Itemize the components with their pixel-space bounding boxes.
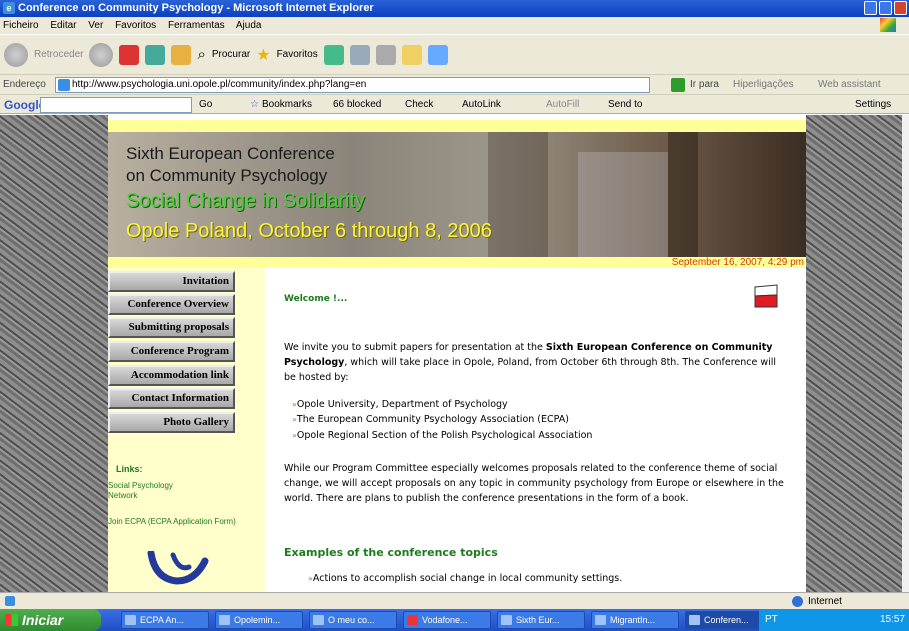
home-icon[interactable] (171, 44, 192, 65)
taskbar-item[interactable]: O meu co... (309, 611, 397, 629)
forward-arrow-icon[interactable] (89, 42, 114, 67)
right-background (806, 115, 902, 592)
nav-accommodation-link[interactable]: Accommodation link (108, 365, 235, 386)
nav-contact-information[interactable]: Contact Information (108, 388, 235, 409)
clock: 15:57 (879, 614, 905, 625)
link-social-psychology-network[interactable]: Social Psychology Network (108, 481, 203, 501)
language-indicator[interactable]: PT (765, 614, 778, 625)
link-join-ecpa[interactable]: Join ECPA (ECPA Application Form) (108, 517, 248, 527)
mail-icon[interactable] (349, 44, 370, 65)
topics-paragraph: While our Program Committee especially w… (284, 463, 784, 504)
taskbar-item[interactable]: Sixth Eur... (497, 611, 585, 629)
internet-globe-icon (792, 596, 803, 607)
refresh-icon[interactable] (145, 44, 166, 65)
ie-icon: e (3, 2, 15, 14)
host-item: »The European Community Psychology Assoc… (292, 414, 569, 425)
menu-ajuda[interactable]: Ajuda (236, 20, 262, 31)
topic-item: »Actions to accomplish social change in … (308, 573, 623, 584)
banner: Sixth European Conference on Community P… (108, 132, 806, 257)
vertical-scrollbar[interactable] (902, 115, 909, 592)
links-toolbar[interactable]: Hiperligações (733, 75, 794, 95)
send-to-button[interactable]: Send to (608, 95, 642, 115)
search-button[interactable]: Procurar (212, 49, 250, 60)
menu-favoritos[interactable]: Favoritos (115, 20, 156, 31)
messenger-icon[interactable] (427, 44, 448, 65)
close-button[interactable] (894, 1, 907, 15)
left-column: Invitation Conference Overview Submittin… (108, 268, 265, 592)
taskbar-item[interactable]: ECPA An... (121, 611, 209, 629)
windows-logo-icon (5, 614, 18, 626)
menu-ficheiro[interactable]: Ficheiro (3, 20, 39, 31)
windows-flag-icon (880, 18, 896, 32)
popup-blocked-button[interactable]: 66 blocked (333, 95, 381, 115)
banner-line-2: on Community Psychology (126, 166, 328, 185)
history-icon[interactable] (323, 44, 344, 65)
back-button[interactable]: Retroceder (34, 49, 83, 60)
print-icon[interactable] (375, 44, 396, 65)
menu-bar: Ficheiro Editar Ver Favoritos Ferramenta… (0, 17, 909, 34)
page-status-icon (5, 596, 15, 606)
web-assistant[interactable]: Web assistant (818, 75, 881, 95)
settings-button[interactable]: Settings (855, 95, 891, 115)
stop-icon[interactable] (119, 44, 140, 65)
top-strip (108, 120, 806, 132)
welcome-heading: Welcome !... (284, 294, 348, 304)
address-label: Endereço (3, 79, 46, 90)
bookmarks-button[interactable]: Bookmarks (262, 95, 312, 115)
taskbar-item[interactable]: Vodafone... (403, 611, 491, 629)
google-toolbar: Google Go ☆ Bookmarks 66 blocked Check A… (0, 94, 909, 114)
nav-conference-overview[interactable]: Conference Overview (108, 294, 235, 315)
taskbar: Iniciar ECPA An... Opolemin... O meu co.… (0, 609, 909, 631)
host-item: »Opole University, Department of Psychol… (292, 399, 508, 410)
favorites-button[interactable]: Favoritos (277, 49, 318, 60)
autolink-button[interactable]: AutoLink (462, 95, 501, 115)
examples-heading: Examples of the conference topics (284, 546, 498, 559)
folder-icon[interactable] (401, 44, 422, 65)
autofill-button[interactable]: AutoFill (546, 95, 579, 115)
window-title: Conference on Community Psychology - Mic… (18, 2, 374, 14)
minimize-button[interactable] (864, 1, 877, 15)
spellcheck-button[interactable]: Check (405, 95, 433, 115)
left-background (0, 115, 108, 592)
banner-line-1: Sixth European Conference (126, 144, 335, 163)
favorites-star-icon[interactable]: ★ (256, 45, 270, 65)
host-item: »Opole Regional Section of the Polish Ps… (292, 430, 593, 441)
polish-flag-icon[interactable] (752, 283, 780, 309)
intro-paragraph: We invite you to submit papers for prese… (284, 342, 777, 383)
back-arrow-icon[interactable] (4, 42, 28, 67)
address-input[interactable]: http://www.psychologia.uni.opole.pl/comm… (55, 77, 650, 93)
bookmarks-star-icon: ☆ (250, 99, 259, 110)
menu-ver[interactable]: Ver (88, 20, 103, 31)
current-date: September 16, 2007, 4:29 pm (108, 257, 806, 268)
menu-editar[interactable]: Editar (50, 20, 76, 31)
taskbar-item[interactable]: MigrantIn... (591, 611, 679, 629)
banner-dates: Opole Poland, October 6 through 8, 2006 (126, 220, 492, 242)
window-title-bar: e Conference on Community Psychology - M… (0, 0, 909, 17)
go-arrow-icon[interactable] (671, 78, 685, 92)
nav-submitting-proposals[interactable]: Submitting proposals (108, 317, 235, 338)
taskbar-item[interactable]: Opolemin... (215, 611, 303, 629)
maximize-button[interactable] (879, 1, 892, 15)
system-tray: PT 15:57 (759, 609, 909, 631)
web-page: Sixth European Conference on Community P… (108, 115, 806, 592)
page-icon (58, 79, 70, 91)
go-button[interactable]: Ir para (690, 75, 719, 95)
nav-conference-program[interactable]: Conference Program (108, 341, 235, 362)
google-search-input[interactable] (40, 97, 192, 113)
ecpa-logo (147, 551, 209, 585)
security-zone: Internet (808, 596, 842, 607)
start-button[interactable]: Iniciar (0, 609, 101, 631)
search-icon[interactable]: ⌕ (197, 46, 205, 63)
links-heading: Links: (116, 464, 143, 474)
google-go-button[interactable]: Go (199, 95, 212, 115)
status-bar: Internet (0, 592, 909, 609)
menu-ferramentas[interactable]: Ferramentas (168, 20, 225, 31)
standard-toolbar: Retroceder ⌕ Procurar ★ Favoritos (0, 34, 909, 74)
main-content: Welcome !... We invite you to submit pap… (265, 268, 806, 592)
banner-theme: Social Change in Solidarity (126, 190, 366, 212)
nav-photo-gallery[interactable]: Photo Gallery (108, 412, 235, 433)
nav-invitation[interactable]: Invitation (108, 271, 235, 292)
browser-viewport: Sixth European Conference on Community P… (0, 115, 909, 592)
address-bar: Endereço http://www.psychologia.uni.opol… (0, 74, 909, 94)
